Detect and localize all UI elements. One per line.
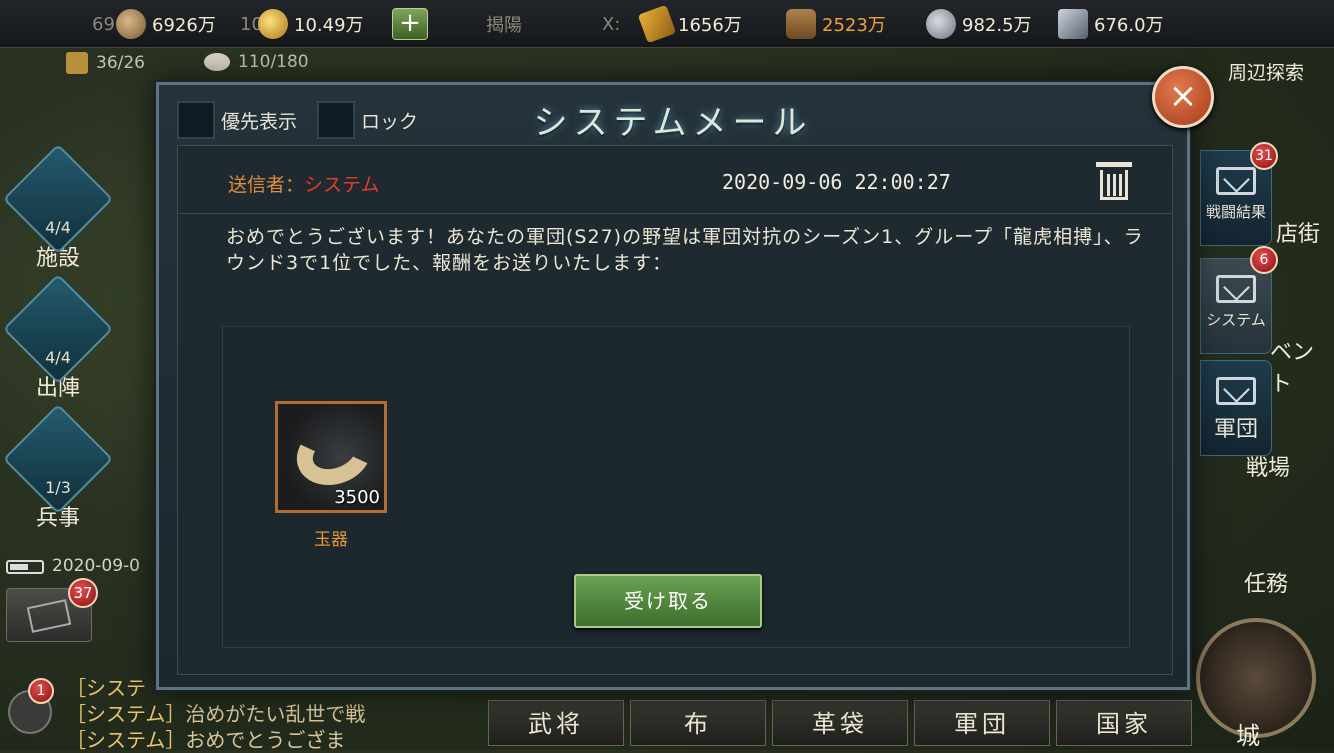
mission-label[interactable]: 任務 xyxy=(1244,566,1288,598)
grain-icon xyxy=(637,4,677,44)
iron-amount: 676.0万 xyxy=(1094,15,1164,36)
grain-amount: 1656万 xyxy=(678,15,742,36)
mail-datetime: 2020-09-06 22:00:27 xyxy=(722,170,951,194)
grain-resource: 1656万 xyxy=(637,4,742,44)
city-label: 城 xyxy=(1236,722,1260,750)
nav-formation[interactable]: 布 xyxy=(630,700,766,746)
gold-resource: 10.49万 xyxy=(258,8,364,40)
close-button[interactable]: × xyxy=(1152,66,1214,128)
battle-results-badge: 31 xyxy=(1250,142,1278,170)
nav-generals[interactable]: 武将 xyxy=(488,700,624,746)
tab-legion[interactable]: 軍団 xyxy=(1200,360,1272,456)
coordinates: X: xyxy=(602,8,620,40)
resource-bar: 69 6926万 10 10.49万 + 揭陽 X: 1656万 2523万 9… xyxy=(0,0,1334,48)
mail-gear-icon xyxy=(1216,275,1256,303)
tab-label: 軍団 xyxy=(1213,417,1258,442)
dialog-title: システムメール xyxy=(533,103,813,143)
system-badge: 6 xyxy=(1250,246,1278,274)
wood-amount: 2523万 xyxy=(822,15,886,36)
gold-amount: 10.49万 xyxy=(294,15,364,36)
military-count: 1/3 xyxy=(45,478,71,497)
sender-info: 送信者：システム xyxy=(228,170,379,197)
coord-label: X: xyxy=(602,13,621,35)
trash-icon[interactable] xyxy=(1096,162,1132,200)
dialog-header: 優先表示 ロック システムメール xyxy=(159,85,1187,143)
wood-icon xyxy=(786,9,816,39)
sender-label: 送信者： xyxy=(228,174,305,196)
sortie-count: 4/4 xyxy=(45,348,71,367)
chat-tag: ［システ xyxy=(66,676,146,700)
partial-value: 69 xyxy=(92,13,115,35)
explore-button[interactable]: 周辺探索 xyxy=(1228,58,1304,85)
nav-legion[interactable]: 軍団 xyxy=(914,700,1050,746)
chat-line[interactable]: ［システム］治めがたい乱世で戦 xyxy=(66,698,365,727)
reward-count: 3500 xyxy=(334,487,380,508)
flag-icon xyxy=(2,273,114,385)
nav-bag[interactable]: 革袋 xyxy=(772,700,908,746)
stone-amount: 982.5万 xyxy=(962,15,1032,36)
envelope-icon xyxy=(26,599,72,633)
stone-resource: 982.5万 xyxy=(926,8,1032,40)
rice-icon xyxy=(204,53,230,71)
sender-name: システム xyxy=(304,174,380,196)
stone-icon xyxy=(926,9,956,39)
troop-info: 36/26 xyxy=(66,52,145,74)
reward-name: 玉器 xyxy=(314,530,348,550)
mail-icon xyxy=(1216,377,1256,405)
nav-country[interactable]: 国家 xyxy=(1056,700,1192,746)
event-label[interactable]: ベント xyxy=(1270,334,1334,398)
nav-military[interactable]: 1/3 兵事 xyxy=(2,403,114,540)
chat-tag: ［システム］ xyxy=(66,702,186,726)
chat-line[interactable]: ［システ xyxy=(66,672,146,701)
battery-icon xyxy=(6,560,44,574)
wood-resource: 2523万 xyxy=(786,8,886,40)
iron-icon xyxy=(1058,9,1088,39)
receive-button[interactable]: 受け取る xyxy=(574,574,762,628)
status-date: 2020-09-0 xyxy=(52,556,140,576)
capacity-info: 110/180 xyxy=(204,52,309,72)
jade-ornament-icon xyxy=(288,412,380,496)
chat-badge: 1 xyxy=(28,678,54,704)
facility-icon xyxy=(2,143,114,255)
system-mail-dialog: 優先表示 ロック システムメール 送信者：システム 2020-09-06 22:… xyxy=(156,82,1190,690)
reward-item[interactable]: 3500 xyxy=(275,401,387,513)
facility-count: 4/4 xyxy=(45,218,71,237)
chat-text: 治めがたい乱世で戦 xyxy=(185,702,366,726)
spears-icon xyxy=(2,403,114,515)
partial-resource: 69 xyxy=(92,8,115,40)
tab-label: システム xyxy=(1206,311,1266,329)
coin-resource: 6926万 xyxy=(116,8,216,40)
troop-count: 36/26 xyxy=(96,53,145,73)
soldier-icon xyxy=(66,52,88,74)
bottom-nav: 武将 布 革袋 軍団 国家 xyxy=(488,700,1192,746)
nav-sortie[interactable]: 4/4 出陣 xyxy=(2,273,114,410)
mail-badge: 37 xyxy=(68,578,98,608)
location-label: 揭陽 xyxy=(486,15,522,36)
iron-resource: 676.0万 xyxy=(1058,8,1164,40)
mail-body: おめでとうございます！あなたの軍団(S27)の野望は軍団対抗のシーズン1、グルー… xyxy=(226,226,1144,274)
chat-line[interactable]: ［システム］おめでとうござま xyxy=(66,724,345,753)
gold-ingot-icon xyxy=(258,9,288,39)
chat-text: おめでとうござま xyxy=(185,728,346,752)
coin-amount: 6926万 xyxy=(152,15,216,36)
location-name[interactable]: 揭陽 xyxy=(486,8,522,40)
coin-icon xyxy=(116,9,146,39)
mail-icon xyxy=(1216,167,1256,195)
chat-tag: ［システム］ xyxy=(66,728,186,752)
add-gold-button[interactable]: + xyxy=(392,8,428,40)
mail-content: 送信者：システム 2020-09-06 22:00:27 おめでとうございます！… xyxy=(177,145,1173,675)
tab-label: 戦闘結果 xyxy=(1205,203,1266,221)
nav-facilities[interactable]: 4/4 施設 xyxy=(2,143,114,280)
shop-label[interactable]: 店街 xyxy=(1276,216,1320,248)
capacity-count: 110/180 xyxy=(238,52,309,72)
mail-meta: 送信者：システム 2020-09-06 22:00:27 xyxy=(178,146,1172,214)
